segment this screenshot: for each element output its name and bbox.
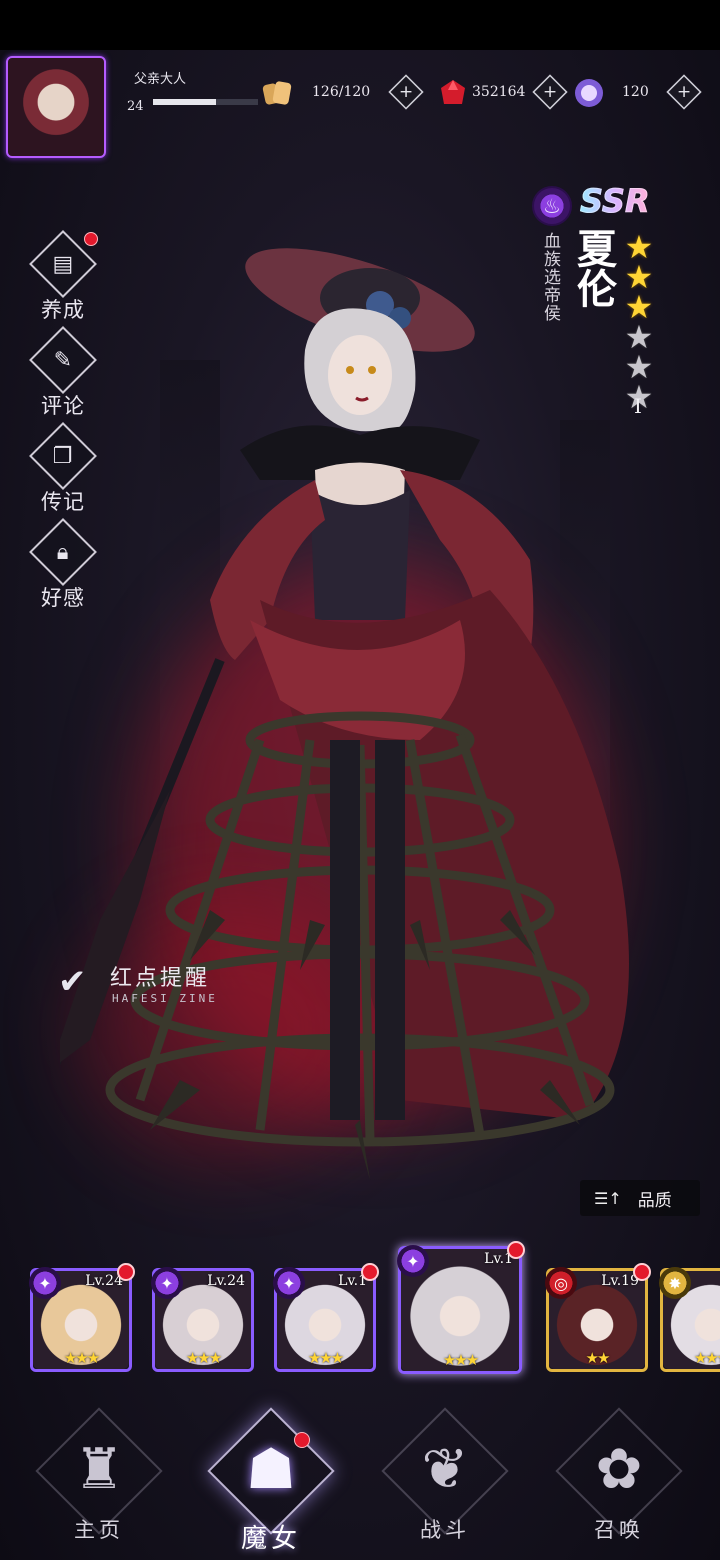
character-artwork[interactable] bbox=[60, 220, 700, 1200]
reminder-subtitle: HAFESI ZINE bbox=[112, 992, 218, 1005]
roster-card[interactable]: ✦ Lv.1 ★★★ bbox=[397, 1241, 525, 1374]
side-menu-comment[interactable]: ✎ 评论 bbox=[26, 326, 100, 420]
add-stamina-button[interactable]: + bbox=[388, 74, 424, 110]
crystal-value: 120 bbox=[622, 84, 649, 100]
notification-dot bbox=[117, 1263, 135, 1281]
red-gem-icon bbox=[441, 80, 465, 104]
nav-witch[interactable]: ☗ 魔女 bbox=[196, 1400, 346, 1560]
plus-icon: + bbox=[398, 81, 414, 102]
character-rank: I bbox=[634, 394, 642, 418]
player-level: 24 bbox=[127, 99, 144, 114]
xp-bar-fill bbox=[153, 99, 216, 105]
nav-label: 召唤 bbox=[594, 1518, 644, 1542]
roster-stars: ★★★ bbox=[693, 1349, 720, 1367]
crystal-icon bbox=[575, 79, 603, 107]
reminder-label: 红点提醒 bbox=[110, 966, 211, 991]
roster-card[interactable]: ✦ Lv.24 ★★★ bbox=[151, 1267, 254, 1372]
sort-quality-button[interactable]: ☰↑ 品质 bbox=[580, 1180, 700, 1216]
quill-icon: ✎ bbox=[29, 326, 97, 394]
element-icon: ✦ bbox=[273, 1267, 305, 1299]
roster-card[interactable]: ✦ Lv.24 ★★★ bbox=[29, 1263, 135, 1372]
rarity-badge: SSR bbox=[580, 182, 651, 221]
roster-card[interactable]: ✸Lv★★★ bbox=[659, 1267, 720, 1372]
xp-bar bbox=[153, 99, 258, 105]
notification-dot bbox=[633, 1263, 651, 1281]
roster-level: Lv.24 bbox=[207, 1273, 245, 1289]
character-stars: ★ ★ ★ ★ ★ ★ bbox=[624, 231, 656, 413]
nav-label: 魔女 bbox=[240, 1524, 301, 1554]
player-name: 父亲大人 bbox=[134, 72, 187, 87]
character-title: 血族选帝侯 bbox=[540, 232, 560, 322]
stamina-value: 126/120 bbox=[312, 84, 371, 100]
roster-stars: ★★★ bbox=[63, 1349, 100, 1367]
roster-stars: ★★★ bbox=[307, 1349, 344, 1367]
cards-icon: ❐ bbox=[29, 422, 97, 490]
player-avatar[interactable] bbox=[6, 56, 106, 158]
notification-dot bbox=[84, 232, 98, 246]
sort-label: 品质 bbox=[637, 1190, 672, 1211]
roster-stars: ★★★ bbox=[442, 1351, 479, 1369]
castle-icon: ♜ bbox=[73, 1437, 125, 1502]
book-icon: ❦ bbox=[421, 1437, 469, 1502]
roster-stars: ★★ bbox=[585, 1349, 611, 1367]
element-icon: ◎ bbox=[545, 1267, 577, 1299]
ruby-value: 352164 bbox=[472, 84, 526, 100]
side-menu-label: 好感 bbox=[41, 586, 85, 610]
witch-detail-screen: 父亲大人 24 126/120 + 352164 + 120 + ▤ 养成 ✎ … bbox=[0, 0, 720, 1560]
bread-icon bbox=[262, 81, 292, 105]
plus-icon: + bbox=[676, 81, 692, 102]
notification-dot bbox=[507, 1241, 525, 1259]
roster-card[interactable]: ✦ Lv.1 ★★★ bbox=[273, 1263, 379, 1372]
side-menu-cultivate[interactable]: ▤ 养成 bbox=[26, 230, 100, 324]
plus-icon: + bbox=[542, 81, 558, 102]
side-menu-biography[interactable]: ❐ 传记 bbox=[26, 422, 100, 516]
nav-label: 主页 bbox=[74, 1518, 124, 1542]
character-roster: ✦ Lv.24 ★★★ ✦ Lv.24 ★★★ ✦ Lv.1 ★★★ ✦ Lv.1 ★★★ ◎ Lv.19… bbox=[0, 1236, 720, 1386]
side-menu-label: 养成 bbox=[41, 298, 85, 322]
rose-icon: ✿ bbox=[595, 1437, 643, 1502]
add-ruby-button[interactable]: + bbox=[532, 74, 568, 110]
character-name: 夏伦 bbox=[570, 228, 617, 308]
bottom-nav: ♜ 主页 ☗ 魔女 ❦ 战斗 ✿ 召唤 bbox=[0, 1400, 720, 1560]
witch-icon: ☗ bbox=[245, 1437, 297, 1502]
side-menu-label: 评论 bbox=[41, 394, 85, 418]
element-icon: ✦ bbox=[29, 1267, 61, 1299]
sort-icon: ☰↑ bbox=[594, 1188, 622, 1208]
side-menu-affinity[interactable]: 🔒︎ 好感 bbox=[26, 518, 100, 612]
notification-dot bbox=[361, 1263, 379, 1281]
nav-battle[interactable]: ❦ 战斗 bbox=[370, 1400, 520, 1560]
roster-stars: ★★★ bbox=[185, 1349, 222, 1367]
add-crystal-button[interactable]: + bbox=[666, 74, 702, 110]
notification-dot bbox=[294, 1432, 310, 1448]
flame-icon: ♨ bbox=[532, 186, 572, 226]
nav-home[interactable]: ♜ 主页 bbox=[24, 1400, 174, 1560]
side-menu-label: 传记 bbox=[41, 490, 85, 514]
element-icon: ✸ bbox=[659, 1267, 691, 1299]
checkmark-icon: ✔ bbox=[58, 962, 87, 1002]
element-icon: ✦ bbox=[397, 1245, 429, 1277]
nav-label: 战斗 bbox=[420, 1518, 470, 1542]
nav-summon[interactable]: ✿ 召唤 bbox=[544, 1400, 694, 1560]
lock-icon: 🔒︎ bbox=[29, 518, 97, 586]
roster-card[interactable]: ◎ Lv.19 ★★ bbox=[545, 1263, 651, 1372]
red-dot-reminder-toggle[interactable]: ✔ 红点提醒 HAFESI ZINE bbox=[58, 958, 258, 1014]
element-icon: ✦ bbox=[151, 1267, 183, 1299]
status-bar bbox=[0, 0, 720, 50]
